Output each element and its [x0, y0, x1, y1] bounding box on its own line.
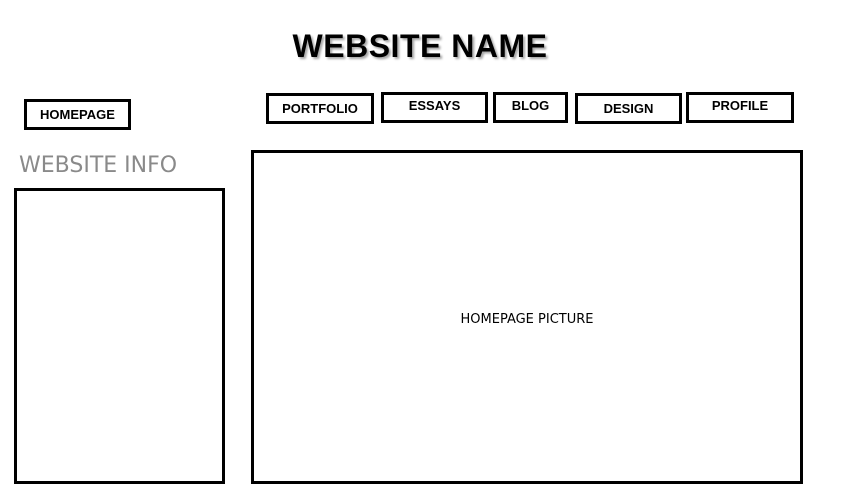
nav-portfolio-button[interactable]: PORTFOLIO: [266, 93, 374, 124]
homepage-picture-panel: HOMEPAGE PICTURE: [251, 150, 803, 484]
website-info-heading: WEBSITE INFO: [19, 153, 178, 178]
website-info-panel: [14, 188, 225, 484]
site-title: WEBSITE NAME: [292, 28, 548, 64]
nav-blog-button[interactable]: BLOG: [493, 92, 568, 123]
nav-profile-button[interactable]: PROFILE: [686, 92, 794, 123]
nav-homepage-button[interactable]: HOMEPAGE: [24, 99, 131, 130]
homepage-picture-label: HOMEPAGE PICTURE: [460, 311, 594, 327]
nav-design-button[interactable]: DESIGN: [575, 93, 682, 124]
nav-essays-button[interactable]: ESSAYS: [381, 92, 488, 123]
